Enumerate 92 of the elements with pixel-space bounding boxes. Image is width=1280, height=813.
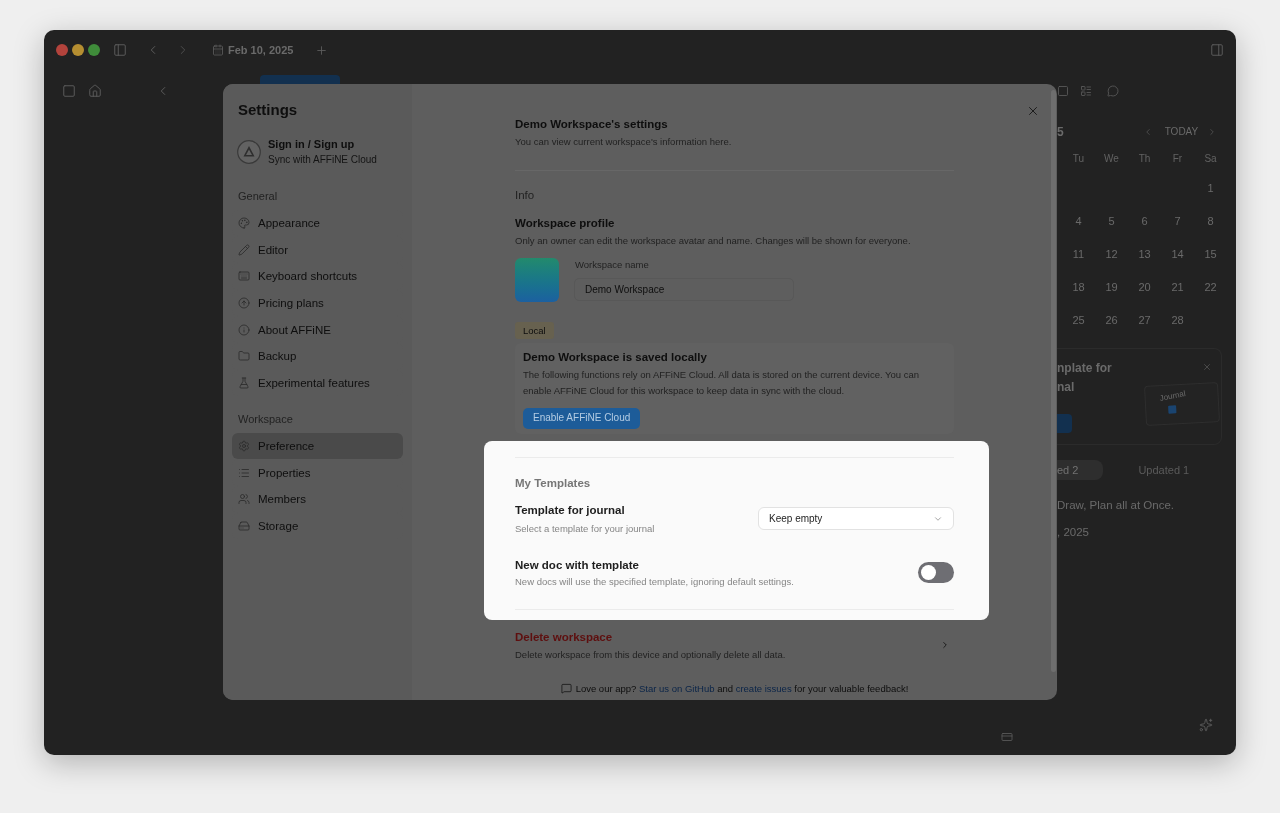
list-icon [1080,85,1092,97]
setting-description: Select a template for your journal [515,521,655,536]
sparkle-icon [1199,718,1213,732]
section-heading: Workspace [237,411,294,426]
square-icon [1168,405,1177,414]
calendar-day[interactable]: 21 [1171,280,1184,294]
window-minimize-button[interactable] [72,44,84,56]
section-heading: General [237,189,279,203]
calendar-day[interactable]: 20 [1138,280,1151,294]
today-button[interactable]: TODAY [1164,125,1199,139]
preview-label: Journal [1158,389,1187,404]
calendar-day[interactable]: 28 [1171,313,1184,327]
calendar-icon [212,44,224,56]
right-sidebar-icon [1210,43,1224,57]
notice-title: Demo Workspace is saved locally [523,349,707,365]
weekday-label: Th [1138,152,1151,166]
avatar-icon [237,139,261,164]
list-icon [238,466,250,479]
gear-icon [238,440,250,452]
window-zoom-button[interactable] [88,44,100,56]
settings-title: Settings [237,100,299,120]
field-label: Workspace name [575,257,649,272]
calendar-day[interactable]: 13 [1138,247,1151,261]
calendar-day[interactable]: 11 [1072,247,1085,261]
calendar-day[interactable]: 5 [1108,214,1115,228]
calendar-day[interactable]: 8 [1207,214,1214,228]
journal-date: Feb 10, 2025 [228,43,294,57]
arrow-up-circle-icon [238,297,250,309]
setting-description: New docs will use the specified template, ignoring default settings. [515,574,794,589]
chevron-right-icon [940,640,950,650]
section-heading: Info [515,187,535,203]
feedback-link[interactable]: create issues [735,682,792,694]
calendar-day[interactable]: 18 [1072,280,1085,294]
close-button[interactable] [1026,104,1040,118]
setting-title: New doc with template [515,557,639,573]
delete-workspace-title[interactable]: Delete workspace [515,628,613,645]
pencil-icon [238,243,250,256]
feedback-message: Love our app? Star us on GitHub and create issues for your valuable feedback! [575,681,909,696]
chat-icon [560,683,572,694]
weekday-label: Tu [1072,152,1085,166]
toggle-switch[interactable] [918,562,954,583]
calendar-day[interactable]: 14 [1171,247,1184,261]
window-close-button[interactable] [56,44,68,56]
add-icon [315,43,329,57]
setting-title: Workspace profile [515,215,615,231]
weekday-label: Sa [1204,152,1217,166]
page-title: Demo Workspace's settings [515,117,668,132]
doc-tab[interactable]: ed 2 [1057,460,1104,480]
close-icon [1202,362,1212,372]
calendar-day[interactable]: 12 [1105,247,1118,261]
workspace-avatar[interactable] [515,257,559,302]
close-icon [1026,104,1040,118]
calendar-day[interactable]: 27 [1138,313,1151,327]
weekday-label: Fr [1172,152,1183,166]
enable-cloud-button[interactable]: Enable AFFiNE Cloud [523,407,641,429]
flask-icon [238,376,250,389]
info-icon [238,323,250,336]
house-icon [88,84,102,98]
account-name[interactable]: Sign in / Sign up [268,136,355,152]
doc-title[interactable]: Draw, Plan all at Once. [1057,497,1174,513]
calendar-day[interactable]: 26 [1105,313,1118,327]
weekday-label: We [1104,152,1119,166]
setting-title: Template for journal [515,502,625,518]
calendar-day[interactable]: 4 [1075,214,1082,228]
people-icon [238,493,250,506]
feedback-link[interactable]: Star us on GitHub [639,682,715,694]
month-label: 5 [1057,125,1064,139]
account-subtitle: Sync with AFFiNE Cloud [268,153,377,167]
section-heading: My Templates [515,475,591,491]
calendar-day[interactable]: 1 [1207,181,1214,195]
keyboard-icon [238,270,250,283]
local-badge: Local [515,321,554,339]
calendar-day[interactable]: 19 [1105,280,1118,294]
template-dropdown[interactable]: Keep empty [758,507,954,530]
scrollbar-thumb[interactable] [1051,90,1056,672]
sidebar-item[interactable]: Preference [232,432,403,460]
doc-date: , 2025 [1057,525,1089,540]
calendar-day[interactable]: 6 [1141,214,1148,228]
calendar-day[interactable]: 7 [1174,214,1181,228]
calendar-day[interactable]: 15 [1204,247,1217,261]
comment-icon [1107,85,1119,97]
page-icon [62,84,76,98]
sidebar-toggle-icon [113,43,127,57]
calendar-day[interactable]: 22 [1204,280,1217,294]
palette-icon [238,217,250,229]
calendar-day[interactable]: 25 [1072,313,1085,327]
card-icon [1001,731,1013,743]
card-title: nplate for [1057,359,1112,377]
drive-icon [238,519,250,532]
card-title: nal [1057,378,1075,396]
workspace-name-input[interactable]: Demo Workspace [574,277,794,301]
folder-icon [238,350,250,363]
